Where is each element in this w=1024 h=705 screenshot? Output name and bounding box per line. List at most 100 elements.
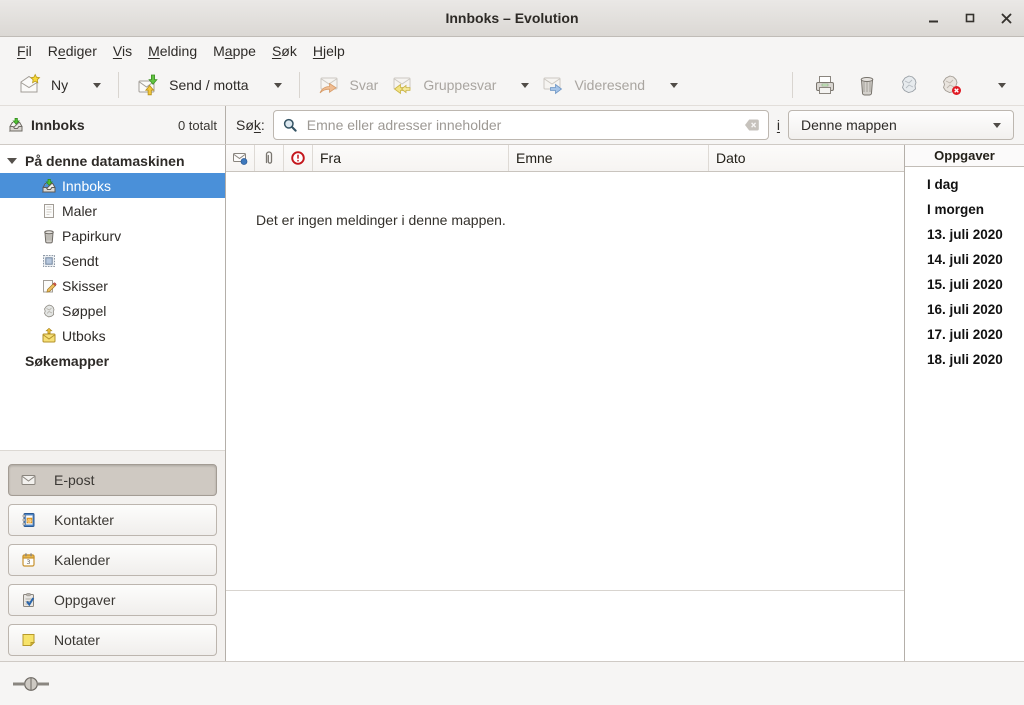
column-from[interactable]: Fra bbox=[313, 145, 509, 171]
sent-icon bbox=[41, 253, 57, 269]
switcher-tasks-label: Oppgaver bbox=[54, 592, 115, 608]
search-scope-dropdown[interactable]: Denne mappen bbox=[788, 110, 1014, 140]
tasks-panel: Oppgaver I dag I morgen 13. juli 2020 14… bbox=[905, 145, 1024, 661]
switcher-memos-button[interactable]: Notater bbox=[8, 624, 217, 656]
search-icon[interactable] bbox=[282, 117, 298, 133]
switcher-calendar-button[interactable]: 3 Kalender bbox=[8, 544, 217, 576]
reply-button[interactable]: Svar bbox=[311, 69, 385, 101]
menu-melding[interactable]: Melding bbox=[140, 40, 205, 62]
preview-pane bbox=[226, 590, 904, 661]
main-area: På denne datamaskinen Innboks Maler bbox=[0, 145, 1024, 661]
folder-sendt[interactable]: Sendt bbox=[0, 248, 225, 273]
new-message-label: Ny bbox=[51, 77, 68, 93]
maximize-button[interactable] bbox=[962, 10, 978, 26]
new-mail-icon bbox=[18, 73, 42, 97]
search-entry[interactable] bbox=[273, 110, 769, 140]
tree-root-on-this-computer[interactable]: På denne datamaskinen bbox=[0, 148, 225, 173]
task-group-date[interactable]: 14. juli 2020 bbox=[927, 247, 1024, 272]
scope-dropdown-icon bbox=[993, 123, 1001, 128]
search-area: Søk: i Denne mappen bbox=[226, 106, 1024, 144]
delete-button[interactable] bbox=[851, 69, 883, 101]
drafts-icon bbox=[41, 278, 57, 294]
trash-icon bbox=[41, 228, 57, 244]
memos-icon bbox=[20, 632, 37, 648]
switcher-mail-label: E-post bbox=[54, 472, 94, 488]
search-folders-label: Søkemapper bbox=[25, 353, 109, 369]
junk-button[interactable] bbox=[893, 69, 925, 101]
group-reply-button[interactable]: Gruppesvar bbox=[384, 69, 535, 101]
folder-soppel[interactable]: Søppel bbox=[0, 298, 225, 323]
folder-utboks[interactable]: Utboks bbox=[0, 323, 225, 348]
close-button[interactable] bbox=[998, 10, 1014, 26]
tasks-panel-header[interactable]: Oppgaver bbox=[905, 145, 1024, 167]
column-subject-label: Emne bbox=[516, 150, 553, 166]
folder-label: Maler bbox=[62, 203, 97, 219]
new-message-dropdown-icon[interactable] bbox=[93, 83, 101, 88]
expander-triangle-icon[interactable] bbox=[7, 158, 17, 164]
send-receive-dropdown-icon[interactable] bbox=[274, 83, 282, 88]
menu-sok[interactable]: Søk bbox=[264, 40, 305, 62]
column-priority[interactable] bbox=[284, 145, 313, 171]
menu-rediger[interactable]: Rediger bbox=[40, 40, 105, 62]
group-reply-label: Gruppesvar bbox=[423, 77, 496, 93]
column-date[interactable]: Dato bbox=[709, 145, 904, 171]
tree-root-sokemapper[interactable]: Søkemapper bbox=[0, 348, 225, 373]
not-junk-button[interactable] bbox=[935, 69, 967, 101]
switcher-contacts-button[interactable]: @ Kontakter bbox=[8, 504, 217, 536]
task-group-tomorrow[interactable]: I morgen bbox=[927, 197, 1024, 222]
toolbar-separator bbox=[118, 72, 119, 98]
menu-mappe[interactable]: Mappe bbox=[205, 40, 264, 62]
online-status-plug-icon[interactable] bbox=[12, 676, 52, 692]
menu-fil[interactable]: Fil bbox=[9, 40, 40, 62]
svg-text:3: 3 bbox=[27, 559, 31, 566]
folder-label: Utboks bbox=[62, 328, 106, 344]
send-receive-button[interactable]: Send / motta bbox=[130, 69, 287, 101]
column-status[interactable] bbox=[226, 145, 255, 171]
folder-papirkurv[interactable]: Papirkurv bbox=[0, 223, 225, 248]
folder-tree: På denne datamaskinen Innboks Maler bbox=[0, 145, 225, 450]
forward-label: Videresend bbox=[574, 77, 645, 93]
task-group-date[interactable]: 13. juli 2020 bbox=[927, 222, 1024, 247]
switcher-mail-button[interactable]: E-post bbox=[8, 464, 217, 496]
reply-label: Svar bbox=[350, 77, 379, 93]
folder-innboks[interactable]: Innboks bbox=[0, 173, 225, 198]
column-attachment[interactable] bbox=[255, 145, 284, 171]
evolution-window: Innboks – Evolution Fil Rediger Vis Meld… bbox=[0, 0, 1024, 705]
templates-icon bbox=[41, 203, 57, 219]
tasks-panel-title: Oppgaver bbox=[934, 148, 995, 163]
search-input[interactable] bbox=[305, 116, 737, 134]
print-button[interactable] bbox=[809, 69, 841, 101]
maximize-icon bbox=[964, 12, 976, 24]
new-message-button[interactable]: Ny bbox=[12, 69, 107, 101]
task-group-date[interactable]: 16. juli 2020 bbox=[927, 297, 1024, 322]
svg-text:@: @ bbox=[27, 518, 32, 524]
group-reply-dropdown-icon[interactable] bbox=[521, 83, 529, 88]
folder-maler[interactable]: Maler bbox=[0, 198, 225, 223]
folder-label: Papirkurv bbox=[62, 228, 121, 244]
task-group-date[interactable]: 18. juli 2020 bbox=[927, 347, 1024, 372]
switcher-calendar-label: Kalender bbox=[54, 552, 110, 568]
clear-search-icon[interactable] bbox=[744, 118, 760, 132]
priority-icon bbox=[290, 150, 306, 166]
outbox-icon bbox=[41, 328, 57, 344]
folder-label: Innboks bbox=[62, 178, 111, 194]
forward-button[interactable]: Videresend bbox=[535, 69, 684, 101]
contacts-icon: @ bbox=[20, 512, 37, 528]
toolbar-overflow-icon[interactable] bbox=[998, 83, 1006, 88]
folder-total-count: 0 totalt bbox=[178, 118, 217, 133]
menu-vis[interactable]: Vis bbox=[105, 40, 140, 62]
folder-label: Søppel bbox=[62, 303, 106, 319]
minimize-button[interactable] bbox=[926, 10, 942, 26]
task-group-date[interactable]: 15. juli 2020 bbox=[927, 272, 1024, 297]
search-row: Innboks 0 totalt Søk: i Denne mappen bbox=[0, 106, 1024, 145]
switcher-tasks-button[interactable]: Oppgaver bbox=[8, 584, 217, 616]
task-group-date[interactable]: 17. juli 2020 bbox=[927, 322, 1024, 347]
title-bar: Innboks – Evolution bbox=[0, 0, 1024, 37]
search-scope-value: Denne mappen bbox=[801, 117, 897, 133]
forward-dropdown-icon[interactable] bbox=[670, 83, 678, 88]
folder-skisser[interactable]: Skisser bbox=[0, 273, 225, 298]
menu-hjelp[interactable]: Hjelp bbox=[305, 40, 353, 62]
task-group-today[interactable]: I dag bbox=[927, 172, 1024, 197]
attachment-icon bbox=[262, 150, 276, 166]
column-subject[interactable]: Emne bbox=[509, 145, 709, 171]
